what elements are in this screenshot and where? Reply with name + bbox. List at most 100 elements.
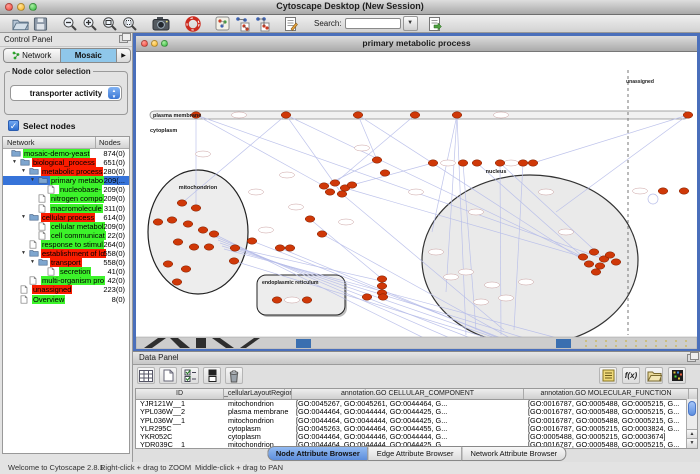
network-node[interactable] — [181, 266, 191, 272]
tree-row[interactable]: ▼establishment of lo558(0) — [3, 249, 129, 258]
network-node[interactable] — [472, 160, 482, 166]
column-header[interactable]: annotation.GO MOLECULAR_FUNCTION — [524, 389, 689, 399]
network-node[interactable] — [275, 245, 285, 251]
zoom-selected-icon[interactable] — [122, 15, 138, 32]
tree-row[interactable]: response to stimul264(0) — [3, 240, 129, 249]
network-node[interactable] — [578, 254, 588, 260]
network-node[interactable] — [347, 182, 357, 188]
open-session-icon[interactable] — [12, 15, 29, 32]
network-node[interactable] — [378, 294, 388, 300]
network-node[interactable] — [362, 294, 372, 300]
network-node[interactable] — [377, 276, 387, 282]
column-header[interactable]: ID — [136, 389, 224, 399]
matrix-icon[interactable] — [668, 367, 686, 384]
tab-network[interactable]: Network — [3, 48, 60, 63]
tree-row[interactable]: cellular metabol209(0) — [3, 222, 129, 231]
float-panel-icon[interactable] — [119, 35, 128, 43]
network-node[interactable] — [679, 188, 689, 194]
network-node[interactable] — [611, 259, 621, 265]
zoom-fit-icon[interactable] — [102, 15, 118, 32]
data-panel-float-icon[interactable] — [687, 354, 696, 362]
tree-row[interactable]: ▼primary metabo209(... — [3, 176, 129, 185]
tree-row[interactable]: ▼metabolic process280(0) — [3, 167, 129, 176]
network-node[interactable] — [247, 238, 257, 244]
frame-zoom-button[interactable] — [161, 40, 168, 47]
tree-row[interactable]: ▼cellular process614(0) — [3, 213, 129, 222]
import-attribute-file-icon[interactable] — [645, 367, 663, 384]
network-node[interactable] — [595, 263, 605, 269]
tab-mosaic[interactable]: Mosaic — [60, 48, 117, 63]
browser-tab[interactable]: Network Attribute Browser — [461, 446, 566, 461]
new-attribute-icon[interactable] — [159, 367, 177, 384]
network-node[interactable] — [372, 157, 382, 163]
tree-row[interactable]: nitrogen compo209(0) — [3, 194, 129, 203]
frame-close-button[interactable] — [141, 40, 148, 47]
network-node[interactable] — [605, 252, 615, 258]
network-node[interactable] — [380, 170, 390, 176]
network-node[interactable] — [173, 239, 183, 245]
zoom-out-icon[interactable] — [62, 15, 78, 32]
tree-row[interactable]: mosaic-demo-yeast874(0) — [3, 149, 129, 158]
disclosure-triangle-icon[interactable]: ▼ — [12, 158, 17, 167]
grid-icon[interactable] — [203, 367, 221, 384]
network-node[interactable] — [230, 245, 240, 251]
attribute-list-icon[interactable] — [599, 367, 617, 384]
scrollbar-thumb[interactable] — [688, 401, 696, 416]
network-node[interactable] — [189, 244, 199, 250]
network-node[interactable] — [302, 297, 312, 303]
disclosure-triangle-icon[interactable]: ▼ — [21, 167, 26, 176]
table-row[interactable]: YJR121W__1mitochondrion[GO:0045267, GO:0… — [136, 400, 697, 408]
network-node[interactable] — [528, 160, 538, 166]
tree-row[interactable]: multi-organism pro42(0) — [3, 276, 129, 285]
network-node[interactable] — [163, 261, 173, 267]
select-nodes-checkbox[interactable]: ✓ — [8, 120, 19, 131]
network-node[interactable] — [209, 231, 219, 237]
network-node[interactable] — [319, 183, 329, 189]
network-node[interactable] — [584, 261, 594, 267]
network-node[interactable] — [337, 191, 347, 197]
search-input[interactable] — [345, 18, 401, 29]
import-attributes-icon[interactable] — [428, 15, 442, 32]
delete-attribute-icon[interactable] — [225, 367, 243, 384]
save-session-icon[interactable] — [33, 15, 48, 32]
network-node[interactable] — [325, 189, 335, 195]
browser-tab[interactable]: Node Attribute Browser — [267, 446, 368, 461]
network-node[interactable] — [167, 217, 177, 223]
network-node[interactable] — [518, 160, 528, 166]
scroll-down-icon[interactable]: ▼ — [687, 438, 697, 448]
network-node[interactable] — [589, 249, 599, 255]
frame-minimize-button[interactable] — [151, 40, 158, 47]
layout-icon-a[interactable] — [234, 15, 250, 32]
table-row[interactable]: YKR052Ccytoplasm[GO:0044464, GO:0044446,… — [136, 433, 697, 441]
network-node[interactable] — [172, 279, 182, 285]
table-row[interactable]: YLR295Ccytoplasm[GO:0045263, GO:0044464,… — [136, 425, 697, 433]
table-row[interactable]: YPL036W__1mitochondrion[GO:0044464, GO:0… — [136, 417, 697, 425]
disclosure-triangle-icon[interactable]: ▼ — [21, 249, 26, 258]
table-row[interactable]: YPL036W__2plasma membrane[GO:0044464, GO… — [136, 408, 697, 416]
network-node[interactable] — [229, 258, 239, 264]
tree-row[interactable]: ▼transport558(0) — [3, 258, 129, 267]
network-node[interactable] — [683, 112, 693, 118]
network-node[interactable] — [495, 160, 505, 166]
vizmapper-icon[interactable] — [215, 15, 230, 32]
select-attributes-icon[interactable] — [181, 367, 199, 384]
table-scrollbar[interactable]: ▲ ▼ — [686, 399, 697, 448]
network-frame-titlebar[interactable]: primary metabolic process — [136, 36, 697, 52]
network-node[interactable] — [177, 200, 187, 206]
network-node[interactable] — [658, 188, 668, 194]
column-header[interactable]: _cellularLayoutRegion — [224, 389, 292, 399]
network-node[interactable] — [281, 112, 291, 118]
network-node[interactable] — [204, 244, 214, 250]
network-node[interactable] — [183, 221, 193, 227]
browser-tab[interactable]: Edge Attribute Browser — [368, 446, 462, 461]
network-node[interactable] — [428, 160, 438, 166]
tree-row[interactable]: unassigned223(0) — [3, 285, 129, 294]
network-node[interactable] — [285, 245, 295, 251]
tree-row[interactable]: macromolecule311(0) — [3, 204, 129, 213]
column-header[interactable]: annotation.GO CELLULAR_COMPONENT — [292, 389, 524, 399]
snapshot-icon[interactable] — [152, 15, 171, 32]
network-canvas[interactable]: plasma membranecytoplasmmitochondrionnuc… — [136, 52, 697, 349]
disclosure-triangle-icon[interactable]: ▼ — [21, 213, 26, 222]
disclosure-triangle-icon[interactable]: ▼ — [30, 176, 35, 185]
tree-row[interactable]: nucleobase-209(0) — [3, 185, 129, 194]
